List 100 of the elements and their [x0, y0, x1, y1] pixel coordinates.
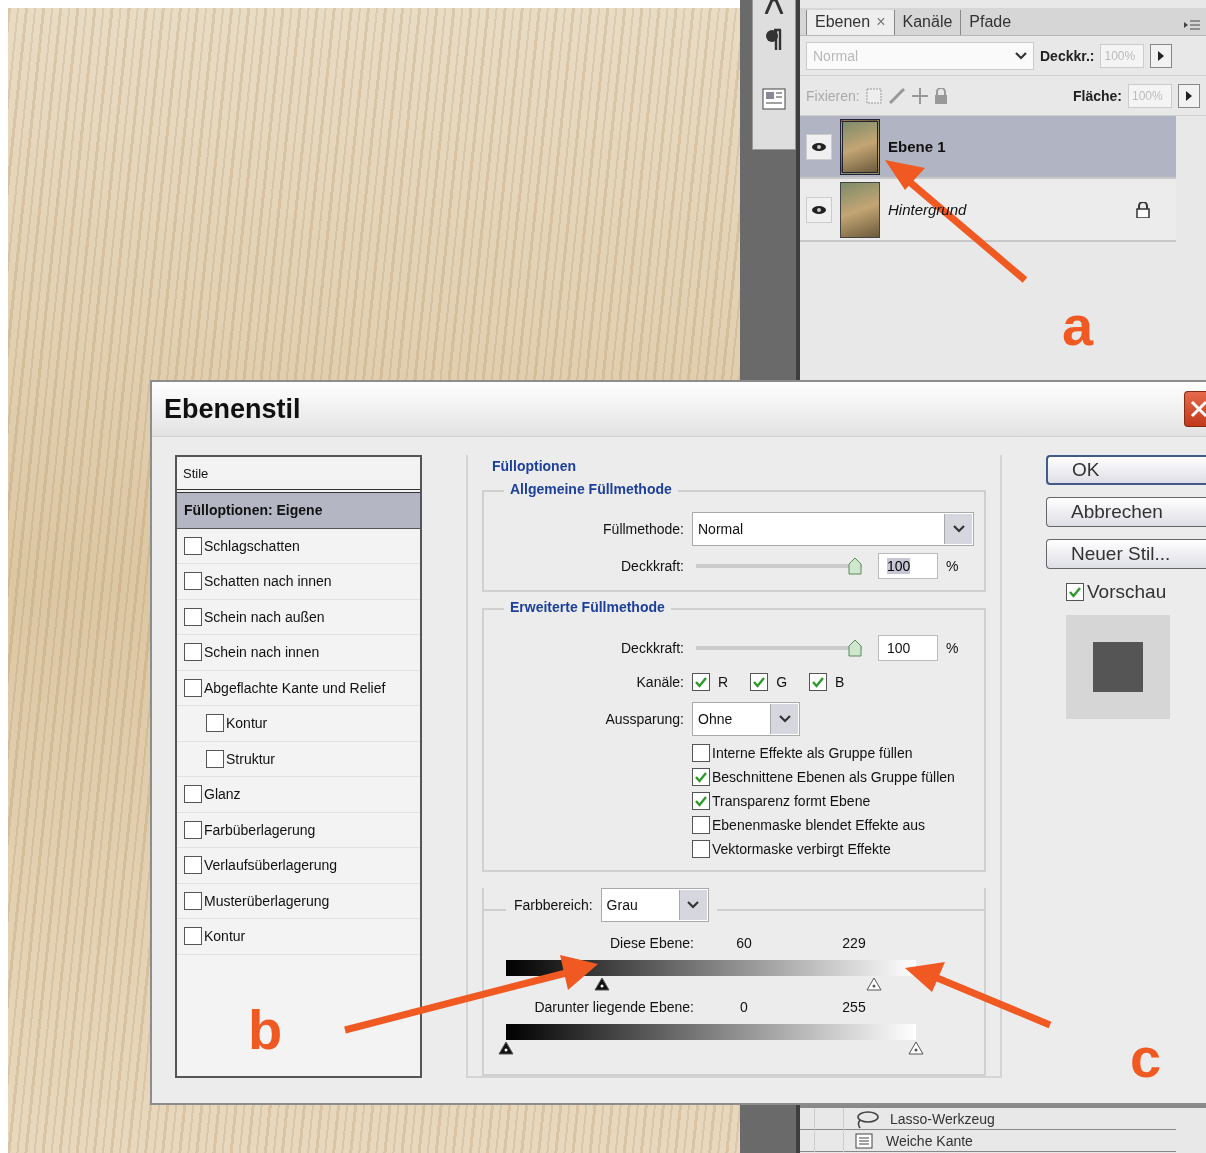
range-value: 60 [735, 935, 753, 951]
option-label: Transparenz formt Ebene [712, 793, 871, 809]
checkbox[interactable] [750, 673, 769, 691]
style-label: Farbüberlagerung [204, 821, 316, 838]
slider-thumb[interactable] [594, 977, 611, 991]
option-label: Ebenenmaske blendet Effekte aus [712, 817, 925, 833]
blend-mode-select[interactable]: Normal [692, 512, 974, 546]
dialog-button[interactable]: Neuer Stil... [1046, 539, 1206, 569]
eye-icon[interactable] [806, 196, 832, 223]
menu-icon[interactable] [1184, 19, 1200, 31]
checkbox[interactable] [692, 673, 710, 691]
panel-tab[interactable]: Ebenen × [806, 10, 894, 35]
close-button[interactable] [1184, 391, 1206, 427]
style-label: Schatten nach innen [204, 573, 332, 590]
section-title: Allgemeine Füllmethode [504, 481, 678, 497]
history-label: Lasso-Werkzeug [890, 1110, 995, 1127]
style-list-item[interactable]: Fülloptionen: Eigene [177, 493, 420, 529]
snapshot-box[interactable] [814, 1129, 844, 1152]
checkbox[interactable] [184, 927, 202, 946]
field-label: Farbbereich: [514, 897, 593, 913]
panel-icon [762, 88, 786, 110]
lock-label: Fixieren: [806, 87, 860, 104]
arrow-button[interactable] [1178, 83, 1200, 108]
checkbox[interactable] [809, 673, 827, 691]
slider-thumb[interactable] [908, 1041, 924, 1055]
caret-icon [952, 525, 965, 533]
slider-thumb[interactable] [848, 639, 862, 657]
range-label: Darunter liegende Ebene: [533, 999, 694, 1015]
field-label: Aussparung: [604, 711, 684, 727]
style-label: Schein nach innen [204, 644, 320, 661]
close-icon[interactable]: × [876, 13, 886, 31]
option-label: Beschnittene Ebenen als Gruppe füllen [712, 769, 955, 785]
slider-thumb[interactable] [848, 557, 862, 575]
checkbox[interactable] [692, 768, 710, 786]
knockout-select[interactable]: Ohne [692, 702, 800, 736]
checkbox[interactable] [184, 607, 202, 626]
field-label: Deckkraft: [620, 558, 684, 574]
checkbox[interactable] [184, 820, 202, 839]
color-range-select[interactable]: Grau [600, 888, 709, 922]
checkbox[interactable] [206, 749, 224, 768]
checkbox[interactable] [692, 816, 710, 834]
lasso-icon [854, 1108, 880, 1129]
opacity-field[interactable]: 100 [878, 635, 938, 661]
style-label: Abgeflachte Kante und Relief [204, 679, 386, 696]
style-label: Glanz [204, 786, 241, 803]
option-label: Vektormaske verbirgt Effekte [712, 841, 891, 857]
arrow-icon [1186, 90, 1192, 101]
checkbox[interactable] [692, 792, 710, 810]
layer-thumbnail [840, 181, 880, 238]
snapshot-box[interactable] [814, 1107, 844, 1130]
checkbox[interactable] [692, 744, 710, 762]
annotation-label: b [248, 1002, 283, 1058]
style-label: Verlaufsüberlagerung [204, 857, 338, 874]
annotation-label: a [1062, 298, 1094, 354]
option-label: Interne Effekte als Gruppe füllen [712, 745, 913, 761]
range-value: 255 [841, 999, 867, 1015]
style-label: Struktur [226, 750, 275, 767]
dialog-button[interactable]: OK [1046, 455, 1206, 485]
field-label: Kanäle: [635, 674, 684, 690]
type-icon [763, 0, 785, 14]
annotation-label: c [1130, 1030, 1162, 1086]
paragraph-icon [766, 28, 782, 52]
checkbox[interactable] [206, 714, 224, 733]
history-item[interactable]: Weiche Kante [800, 1130, 1176, 1152]
eye-icon[interactable] [806, 133, 832, 160]
history-item[interactable]: Lasso-Werkzeug [800, 1108, 1176, 1130]
style-label: Musterüberlagerung [204, 892, 330, 909]
style-label: Schlagschatten [204, 537, 300, 554]
dialog-button[interactable]: Abbrechen [1046, 497, 1206, 527]
opacity-label: Deckkr.: [1040, 47, 1095, 64]
fill-label: Fläche: [1073, 87, 1122, 104]
checkbox[interactable] [692, 840, 710, 858]
unit-label: % [946, 558, 959, 574]
section-title: Erweiterte Füllmethode [504, 599, 671, 615]
caret-icon [1015, 51, 1027, 60]
slider-thumb[interactable] [498, 1041, 514, 1055]
layer-row[interactable]: Ebene 1 [800, 116, 1176, 179]
range-value: 0 [739, 999, 749, 1015]
checkbox[interactable] [184, 643, 202, 662]
preview-square [1093, 642, 1143, 692]
checkbox[interactable] [184, 891, 202, 910]
range-label: Diese Ebene: [608, 935, 694, 951]
arrow-button[interactable] [1150, 43, 1173, 68]
checkbox[interactable] [184, 785, 202, 804]
field-label: Deckkraft: [620, 640, 684, 656]
checkbox[interactable] [1066, 583, 1084, 601]
range-value: 229 [841, 935, 867, 951]
preview-label: Vorschau [1087, 581, 1167, 603]
slider-thumb[interactable] [866, 977, 883, 991]
checkbox[interactable] [184, 678, 202, 697]
style-label: Schein nach außen [204, 608, 325, 625]
checkbox[interactable] [184, 536, 202, 555]
unit-label: % [946, 640, 959, 656]
opacity-field[interactable]: 100 [878, 553, 938, 579]
dialog-title: Ebenenstil [164, 393, 301, 425]
checkbox[interactable] [184, 856, 202, 875]
layer-name: Ebene 1 [888, 138, 947, 155]
checkbox[interactable] [184, 572, 202, 591]
document-icon [854, 1131, 876, 1150]
channel-label: B [835, 674, 845, 690]
